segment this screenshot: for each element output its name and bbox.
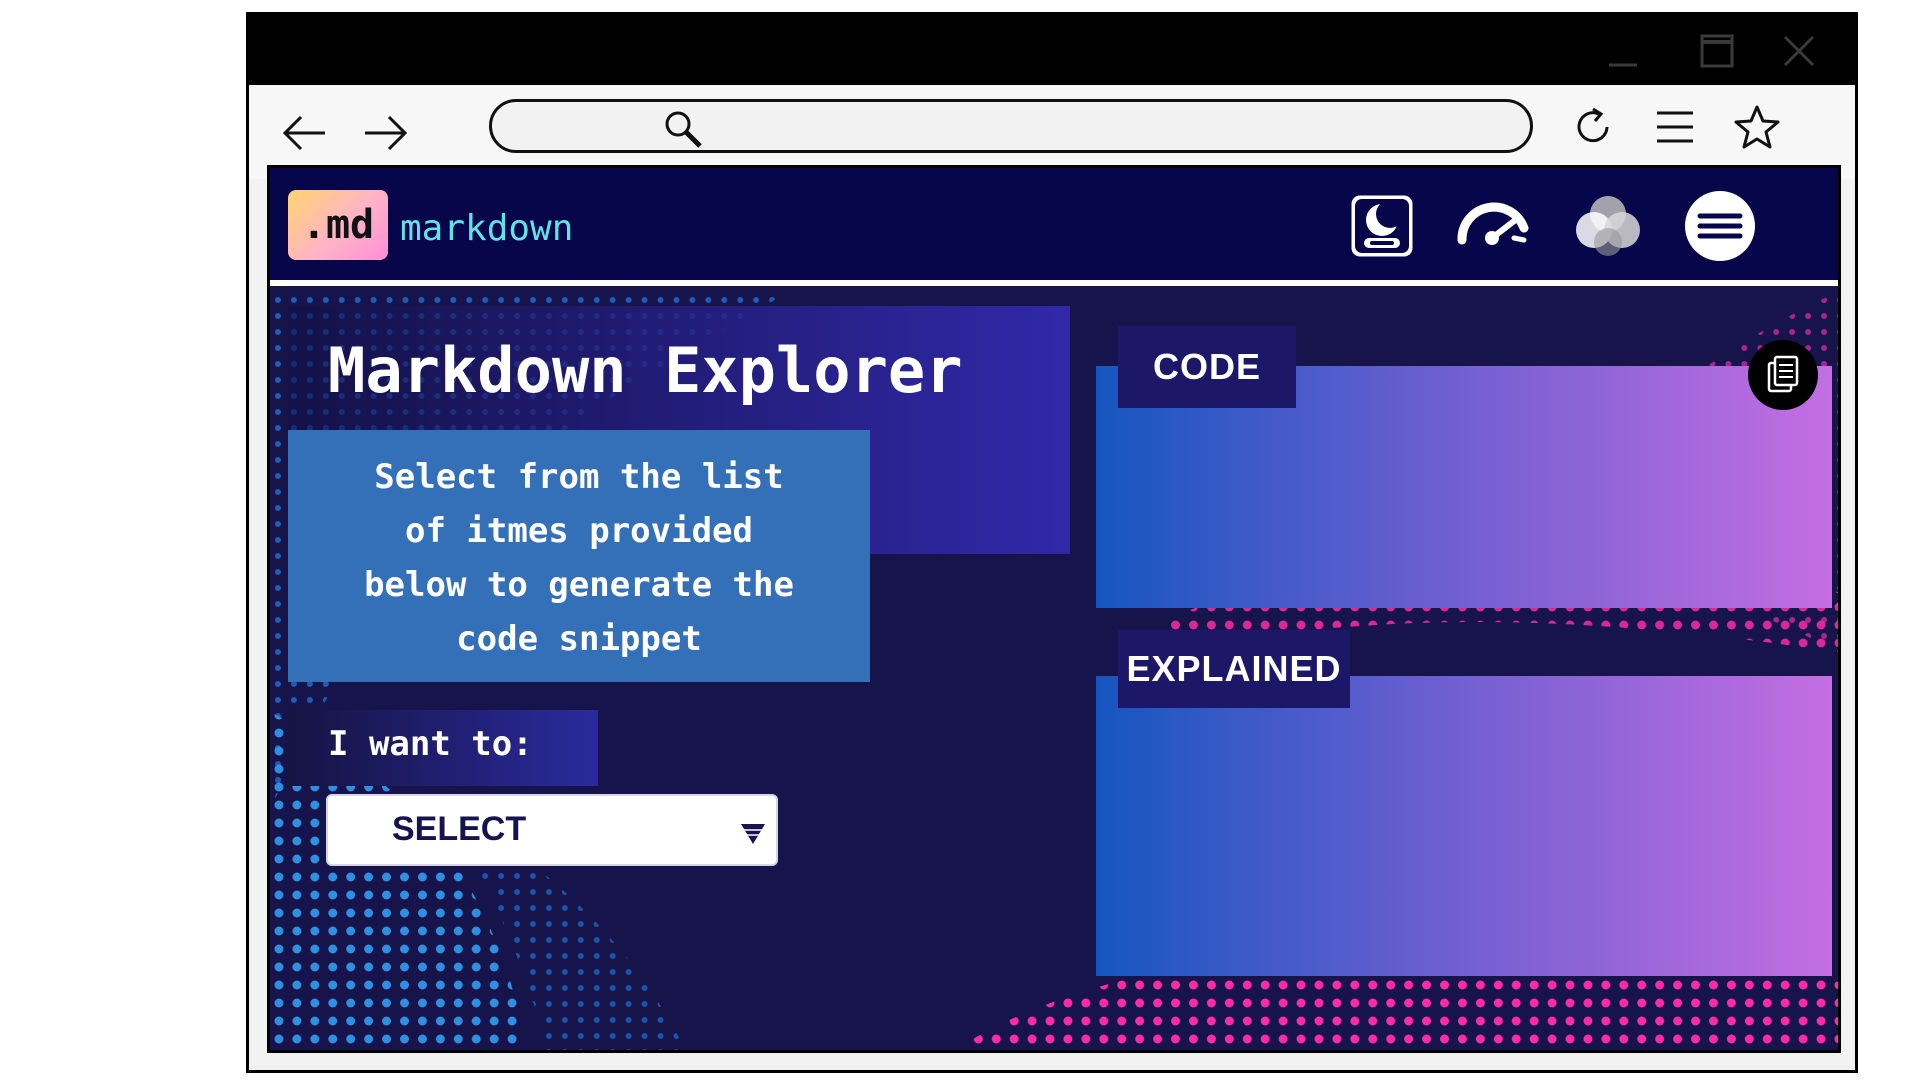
maximize-icon[interactable] [1699, 33, 1735, 69]
logo-badge[interactable]: .md [288, 190, 388, 260]
browser-window: .md markdown Markdown Explorer Select fr… [246, 12, 1858, 1073]
instruction-line: code snippet [456, 619, 702, 659]
logo-text[interactable]: markdown [400, 208, 573, 249]
theme-toggle-icon[interactable] [1344, 188, 1420, 264]
forward-arrow-icon[interactable] [361, 113, 409, 153]
search-icon [665, 111, 702, 148]
speedometer-icon[interactable] [1454, 188, 1530, 264]
explained-tab-label: EXPLAINED [1118, 630, 1350, 708]
close-icon[interactable] [1781, 33, 1817, 69]
title-bar [249, 15, 1855, 85]
code-tab-label: CODE [1118, 326, 1296, 408]
reload-icon[interactable] [1569, 103, 1617, 151]
copy-button[interactable] [1748, 340, 1818, 410]
address-input[interactable] [712, 110, 1492, 144]
page-viewport: .md markdown Markdown Explorer Select fr… [267, 165, 1841, 1053]
app-header: .md markdown [270, 168, 1838, 286]
chevron-down-icon [741, 824, 765, 844]
instruction-box: Select from the list of itmes provided b… [288, 430, 870, 682]
page-title: Markdown Explorer [328, 334, 963, 407]
explained-output-panel[interactable] [1096, 676, 1832, 976]
select-value: SELECT [392, 810, 527, 848]
instruction-line: below to generate the [364, 565, 794, 605]
instruction-line: of itmes provided [405, 511, 753, 551]
back-arrow-icon[interactable] [281, 113, 329, 153]
address-bar[interactable] [489, 99, 1533, 153]
bookmark-star-icon[interactable] [1733, 103, 1781, 151]
color-circles-icon[interactable] [1570, 188, 1646, 264]
instruction-line: Select from the list [374, 457, 784, 497]
action-select-dropdown[interactable]: SELECT [326, 794, 778, 866]
want-label: I want to: [328, 724, 533, 764]
browser-menu-icon[interactable] [1651, 103, 1699, 151]
minimize-icon[interactable] [1605, 33, 1641, 69]
hamburger-menu-icon[interactable] [1682, 188, 1758, 264]
copy-icon [1767, 355, 1799, 393]
